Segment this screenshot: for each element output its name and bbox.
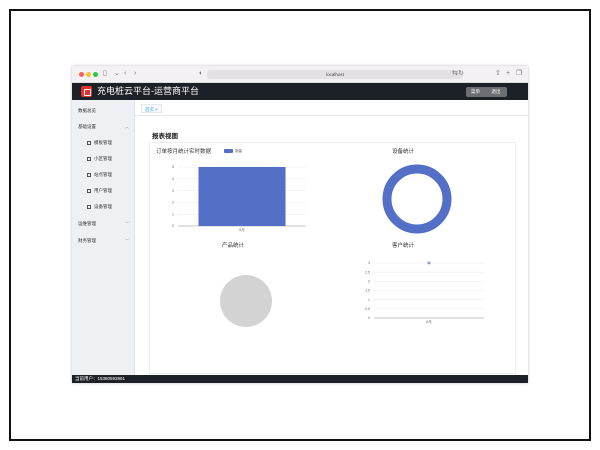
y-tick-label: 1 — [172, 212, 174, 216]
sidebar-item-label: 运维管理 — [78, 221, 96, 226]
page-title: 报表视图 — [152, 133, 178, 140]
sidebar-item-label: 设备管理 — [94, 204, 112, 209]
sidebar-item-label: 用户管理 — [94, 188, 112, 193]
customers-chart-title: 客户统计 — [392, 243, 415, 249]
app-header: 充电桩云平台-运营商平台 菜单 退出 — [72, 83, 528, 100]
reload-icon[interactable]: ↻ — [458, 69, 464, 79]
orders-chart-title: 订单按月统计实时数据 — [156, 149, 212, 155]
tab-home[interactable]: 首页 × — [141, 104, 162, 113]
report-panel: 订单按月统计实时数据 销量 0 1 2 3 4 5 6月 设备统计 产品统计 客户统计 00… — [149, 142, 516, 374]
new-tab-icon[interactable]: + — [506, 69, 510, 79]
minimize-window-button[interactable] — [86, 72, 91, 77]
tab-overview-icon[interactable]: ❐ — [516, 69, 522, 79]
url-text: localhost — [326, 72, 344, 77]
legend-swatch — [224, 149, 233, 154]
grid-icon — [87, 189, 91, 193]
share-icon[interactable]: ⇧ — [495, 69, 501, 79]
sidebar-item-label: 站点管理 — [94, 172, 112, 177]
y-tick-label: 1.5 — [365, 289, 370, 293]
bar — [198, 167, 286, 226]
app-title: 充电桩云平台-运营商平台 — [97, 86, 199, 96]
y-tick-label: 5 — [172, 165, 174, 169]
sidebar-item-stations[interactable]: 站点管理 — [72, 168, 135, 182]
status-bar: 当前用户：15380593861 — [72, 375, 528, 383]
sidebar-item-operations[interactable]: 运维管理 ﹀ — [72, 217, 135, 231]
orders-chart-legend[interactable]: 销量 — [224, 149, 242, 154]
y-tick-label: 3 — [172, 189, 174, 193]
devices-donut-chart — [382, 164, 452, 234]
grid-icon — [87, 173, 91, 177]
x-tick-label: 6月 — [426, 319, 431, 324]
sidebar-item-label: 财务管理 — [78, 238, 96, 243]
sidebar-item-label: 基础设置 — [78, 124, 96, 129]
maximize-window-button[interactable] — [93, 72, 98, 77]
sidebar-item-overview[interactable]: 数据总览 — [72, 104, 135, 118]
donut-slice — [382, 164, 452, 234]
y-tick-label: 2 — [368, 280, 370, 284]
sidebar-item-finance[interactable]: 财务管理 ﹀ — [72, 234, 135, 248]
grid-icon — [87, 157, 91, 161]
translate-icon[interactable]: ⇆ — [452, 69, 458, 79]
orders-bar-chart: 0 1 2 3 4 5 6月 — [172, 165, 306, 232]
tab-bar: 首页 × — [135, 100, 528, 116]
products-chart-title: 产品统计 — [222, 243, 245, 249]
forward-icon[interactable]: › — [134, 69, 136, 79]
x-tick-label: 6月 — [239, 227, 244, 232]
main-content: 首页 × 报表视图 订单按月统计实时数据 销量 0 1 2 3 4 5 6月 设备统计 产品… — [135, 100, 528, 375]
y-tick-label: 1 — [368, 298, 370, 302]
chevron-up-icon: ︿ — [125, 124, 129, 129]
sidebar-item-label: 小区管理 — [94, 156, 112, 161]
sidebar-item-label: 模板管理 — [94, 140, 112, 145]
grid-icon — [87, 205, 91, 209]
y-tick-label: 0 — [172, 224, 174, 228]
sidebar-item-users[interactable]: 用户管理 — [72, 184, 135, 198]
legend-label: 销量 — [235, 149, 242, 153]
sidebar-item-label: 数据总览 — [78, 108, 96, 113]
browser-window: ▯ ⌄ ‹ › ◐ localhost ⇆ ↻ ⇧ + ❐ 充电桩云平台-运营商… — [72, 66, 528, 383]
current-user-text: 当前用户：15380593861 — [75, 376, 126, 381]
address-bar[interactable]: localhost — [207, 70, 463, 79]
close-window-button[interactable] — [79, 72, 84, 77]
devices-chart-title: 设备统计 — [392, 149, 415, 155]
app-logo-icon — [81, 86, 92, 97]
y-tick-label: 4 — [172, 177, 174, 181]
chevron-down-icon: ﹀ — [125, 238, 129, 243]
y-tick-label: 3 — [368, 261, 370, 265]
sidebar-item-templates[interactable]: 模板管理 — [72, 136, 135, 150]
customers-line-chart: 0 0.5 1 1.5 2 2.5 3 6月 — [365, 261, 484, 324]
y-tick-label: 2 — [172, 201, 174, 205]
y-tick-label: 2.5 — [365, 270, 370, 274]
privacy-shield-icon[interactable]: ◐ — [199, 69, 203, 79]
y-tick-label: 0.5 — [365, 307, 370, 311]
sidebar-item-basic-settings[interactable]: 基础设置 ︿ — [72, 120, 135, 134]
browser-toolbar: ▯ ⌄ ‹ › ◐ localhost ⇆ ↻ ⇧ + ❐ — [72, 66, 528, 83]
logout-button[interactable]: 退出 — [485, 87, 507, 97]
menu-button[interactable]: 菜单 — [466, 87, 485, 97]
data-point — [427, 261, 431, 265]
sidebar-toggle-icon[interactable]: ▯ — [103, 69, 107, 79]
chevron-down-icon[interactable]: ⌄ — [114, 69, 120, 79]
products-pie-chart — [220, 275, 272, 327]
sidebar-item-devices[interactable]: 设备管理 — [72, 200, 135, 214]
grid-icon — [87, 141, 91, 145]
empty-pie — [220, 275, 272, 327]
sidebar-item-communities[interactable]: 小区管理 — [72, 152, 135, 166]
back-icon[interactable]: ‹ — [124, 69, 126, 79]
sidebar: 数据总览 基础设置 ︿ 模板管理 小区管理 站点管理 用户管理 设备管理 运维管… — [72, 100, 135, 375]
y-tick-label: 0 — [368, 316, 370, 320]
chevron-down-icon: ﹀ — [125, 221, 129, 226]
